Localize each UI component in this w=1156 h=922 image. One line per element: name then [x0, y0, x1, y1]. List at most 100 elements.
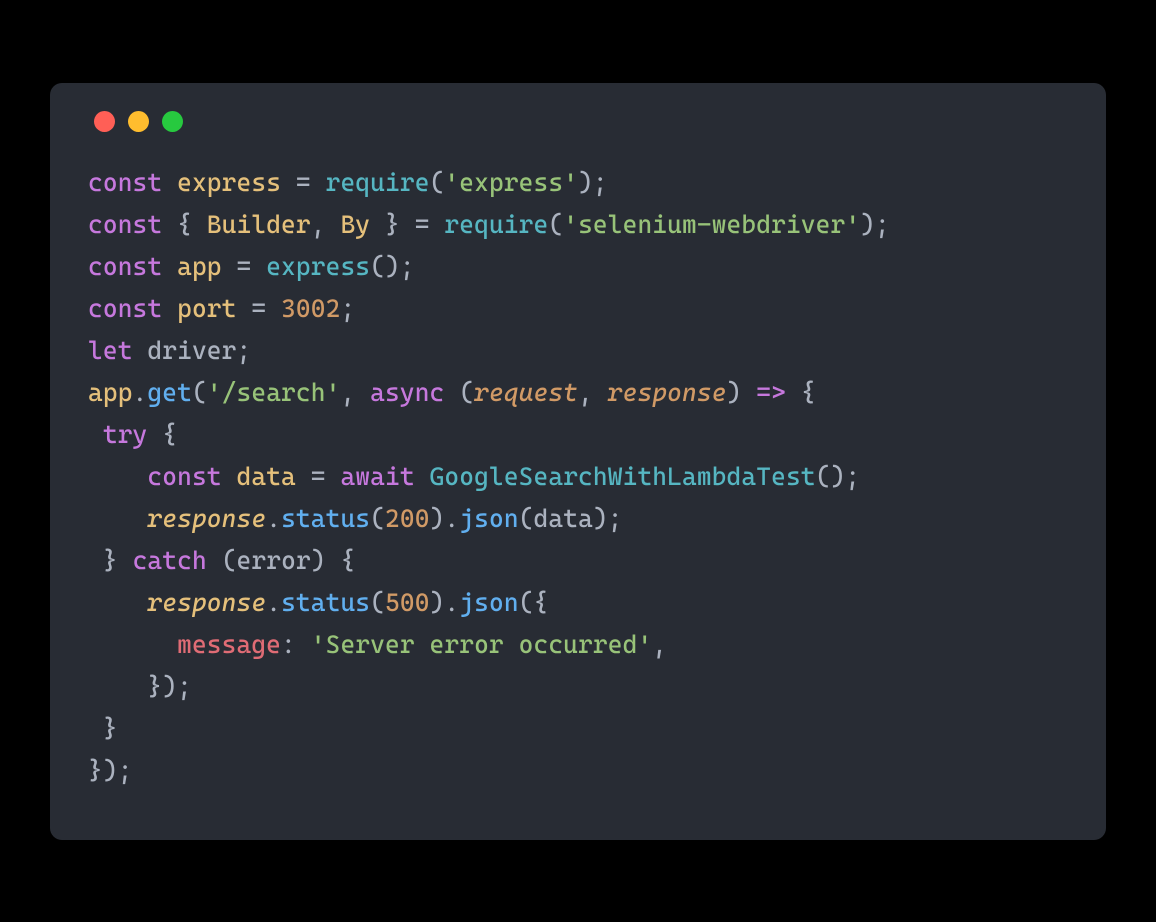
indent — [88, 588, 147, 617]
comma: , — [578, 378, 608, 407]
num-200: 200 — [385, 504, 430, 533]
fn-status: status — [281, 588, 370, 617]
paren: (); — [370, 252, 415, 281]
code-window: const express = require('express'); cons… — [50, 83, 1106, 840]
paren: ( — [548, 210, 563, 239]
brace: { — [147, 420, 177, 449]
comma: , — [340, 378, 370, 407]
space — [222, 462, 237, 491]
num-500: 500 — [385, 588, 430, 617]
minimize-icon[interactable] — [128, 111, 149, 132]
paren: ) — [727, 378, 742, 407]
semi: ; — [340, 294, 355, 323]
indent — [88, 672, 147, 701]
space — [444, 378, 459, 407]
param-response: response — [608, 378, 727, 407]
id-error: error — [237, 546, 311, 575]
eq: = — [415, 210, 445, 239]
space — [162, 294, 177, 323]
kw-const: const — [147, 462, 221, 491]
eq: = — [222, 252, 267, 281]
id-by: By — [340, 210, 370, 239]
str-msg: 'Server error occurred' — [311, 630, 653, 659]
id-app: app — [88, 378, 133, 407]
id-data: data — [534, 504, 593, 533]
kw-const: const — [88, 252, 162, 281]
str-selenium: 'selenium-webdriver' — [563, 210, 860, 239]
id-app: app — [177, 252, 222, 281]
brace: { — [326, 546, 356, 575]
space — [207, 546, 222, 575]
brace: { — [786, 378, 816, 407]
id-data: data — [237, 462, 296, 491]
colon: : — [281, 630, 311, 659]
indent — [88, 714, 103, 743]
id-driver: driver — [147, 336, 236, 365]
arrow: => — [741, 378, 786, 407]
paren: ); — [578, 168, 608, 197]
dot: . — [444, 588, 459, 617]
kw-const: const — [88, 294, 162, 323]
paren: ) — [311, 546, 326, 575]
paren: ( — [519, 504, 534, 533]
fn-get: get — [147, 378, 192, 407]
kw-let: let — [88, 336, 133, 365]
paren: ( — [430, 168, 445, 197]
brace: } — [370, 210, 415, 239]
kw-try: try — [103, 420, 148, 449]
dot: . — [266, 504, 281, 533]
dot: . — [266, 588, 281, 617]
paren: (); — [816, 462, 861, 491]
id-port: port — [177, 294, 236, 323]
kw-async: async — [370, 378, 444, 407]
fn-express: express — [266, 252, 370, 281]
space — [162, 168, 177, 197]
id-builder: Builder — [207, 210, 311, 239]
paren: ); — [593, 504, 623, 533]
comma: , — [652, 630, 667, 659]
indent — [88, 420, 103, 449]
kw-const: const — [88, 210, 162, 239]
kw-await: await — [340, 462, 414, 491]
fn-json: json — [459, 504, 518, 533]
dot: . — [444, 504, 459, 533]
comma: , — [311, 210, 341, 239]
paren: ) — [430, 588, 445, 617]
eq: = — [296, 462, 341, 491]
indent — [88, 630, 177, 659]
fn-googlesearch: GoogleSearchWithLambdaTest — [430, 462, 816, 491]
space — [118, 546, 133, 575]
param-response: response — [147, 588, 266, 617]
space — [133, 336, 148, 365]
fn-require: require — [326, 168, 430, 197]
num-port: 3002 — [281, 294, 340, 323]
indent — [88, 546, 103, 575]
str-express: 'express' — [444, 168, 578, 197]
param-request: request — [474, 378, 578, 407]
paren: ) — [430, 504, 445, 533]
paren: ( — [370, 504, 385, 533]
brace-paren: }); — [88, 756, 133, 785]
dot: . — [133, 378, 148, 407]
paren: ( — [192, 378, 207, 407]
brace-paren: }); — [147, 672, 192, 701]
brace: } — [103, 546, 118, 575]
fn-status: status — [281, 504, 370, 533]
space — [415, 462, 430, 491]
paren: ( — [370, 588, 385, 617]
code-block: const express = require('express'); cons… — [88, 162, 1068, 792]
id-express: express — [177, 168, 281, 197]
paren: ); — [860, 210, 890, 239]
close-icon[interactable] — [94, 111, 115, 132]
str-route: '/search' — [207, 378, 341, 407]
indent — [88, 462, 147, 491]
fn-require: require — [444, 210, 548, 239]
window-titlebar — [88, 111, 1068, 132]
semi: ; — [237, 336, 252, 365]
space — [162, 252, 177, 281]
maximize-icon[interactable] — [162, 111, 183, 132]
brace: { — [162, 210, 207, 239]
paren-brace: ({ — [519, 588, 549, 617]
paren: ( — [222, 546, 237, 575]
fn-json: json — [459, 588, 518, 617]
